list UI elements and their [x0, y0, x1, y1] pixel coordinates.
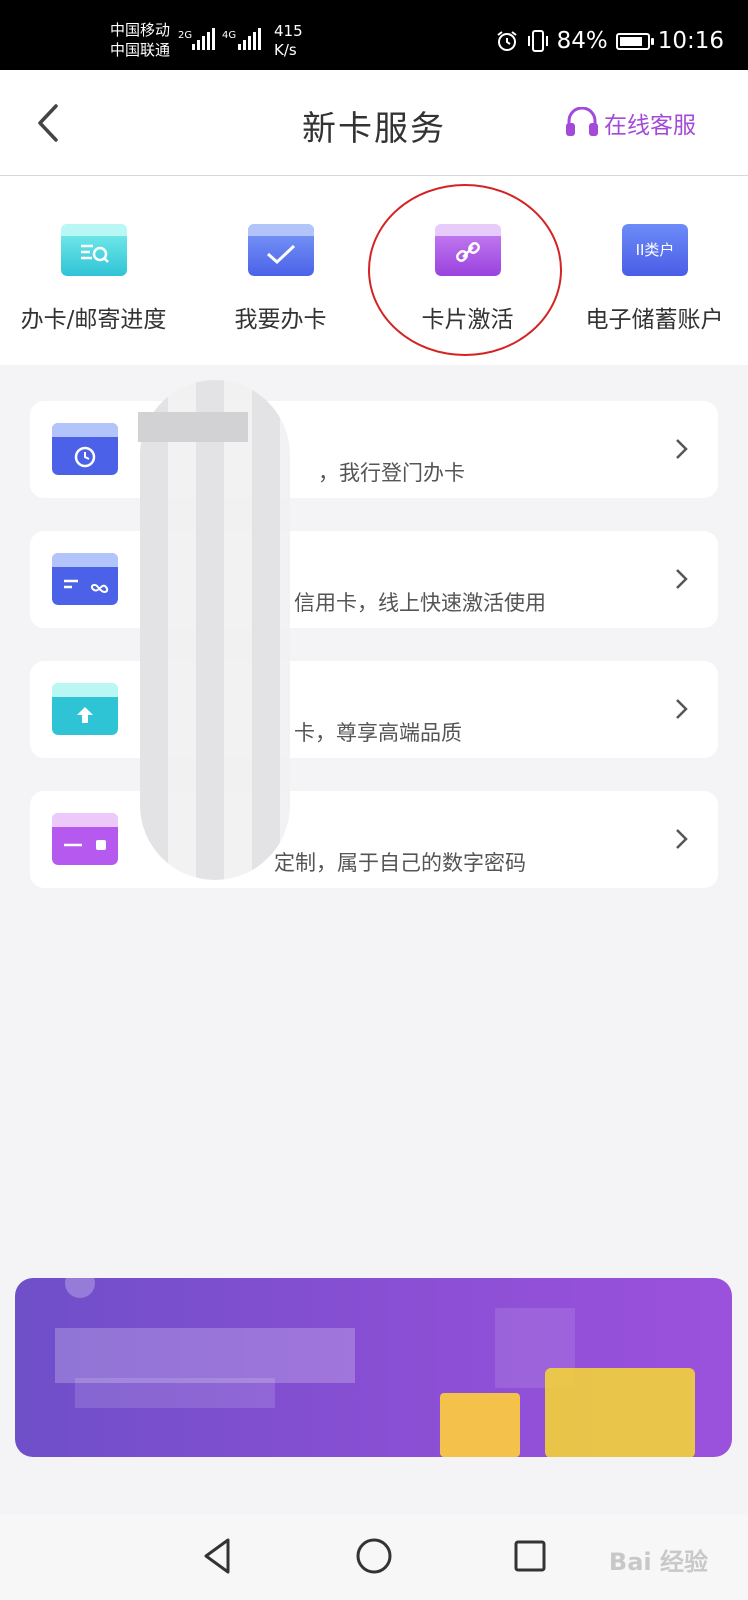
status-bar: 中国移动 中国联通 2G 4G 415 K/s 84% 10:16	[0, 0, 748, 70]
carrier-2: 中国联通	[110, 41, 171, 59]
card-pin-icon	[52, 813, 118, 865]
card-check-icon	[247, 224, 314, 276]
card-search-icon	[60, 224, 127, 276]
triangle-back-icon[interactable]	[196, 1534, 240, 1578]
list-item-desc: 卡，尊享高端品质	[294, 721, 462, 745]
list-item[interactable]: 信用卡，线上快速激活使用	[30, 531, 718, 628]
battery-icon	[615, 32, 654, 50]
watermark: Bai 经验	[608, 1548, 708, 1576]
app-header: 新卡服务 在线客服	[0, 70, 748, 176]
list-item[interactable]: 定制，属于自己的数字密码	[30, 791, 718, 888]
net-speed-unit: K/s	[274, 41, 297, 59]
net-speed: 415 K/s	[274, 22, 303, 60]
signal-icon: 2G	[178, 28, 215, 50]
card-link-icon	[434, 224, 501, 276]
clock: 10:16	[657, 28, 724, 54]
alarm-icon	[496, 31, 517, 51]
net-1-label: 2G	[178, 30, 192, 41]
mascot-figure	[545, 1368, 695, 1457]
vibrate-icon	[527, 30, 548, 52]
list-item-desc: 定制，属于自己的数字密码	[274, 851, 526, 875]
account-class-icon: II类户	[621, 224, 688, 276]
list-item-desc: ，我行登门办卡	[318, 461, 465, 485]
service-label: 我要办卡	[234, 307, 327, 333]
chevron-right-icon	[676, 439, 688, 459]
circle-home-icon[interactable]	[352, 1534, 396, 1578]
chevron-right-icon	[676, 829, 688, 849]
online-service-link[interactable]: 在线客服	[564, 106, 696, 140]
service-card-apply[interactable]: 我要办卡	[187, 176, 374, 365]
service-card-account[interactable]: II类户 电子储蓄账户	[561, 176, 748, 365]
online-service-label: 在线客服	[604, 113, 696, 139]
headset-icon	[566, 107, 598, 136]
net-2-label: 4G	[222, 30, 236, 41]
service-label: 卡片激活	[421, 307, 514, 333]
list-item[interactable]: ，我行登门办卡	[30, 401, 718, 498]
chevron-right-icon	[676, 569, 688, 589]
list-item-desc: 信用卡，线上快速激活使用	[294, 591, 546, 615]
card-infinity-icon	[52, 553, 118, 605]
battery-percent: 84%	[556, 28, 608, 54]
net-speed-value: 415	[274, 22, 303, 40]
privacy-blur-mask-2	[138, 412, 248, 442]
system-nav-bar: Bai 经验	[0, 1514, 748, 1600]
chevron-right-icon	[676, 699, 688, 719]
square-recent-icon[interactable]	[508, 1534, 552, 1578]
carrier-labels: 中国移动 中国联通	[110, 20, 170, 60]
account-class-text: II类户	[635, 241, 674, 259]
service-card-activation[interactable]: 卡片激活	[374, 176, 561, 365]
list-item[interactable]: 卡，尊享高端品质	[30, 661, 718, 758]
service-label: 电子储蓄账户	[585, 307, 724, 333]
status-right: 84% 10:16	[495, 26, 724, 56]
gift-box	[440, 1393, 520, 1457]
service-grid: 办卡/邮寄进度 我要办卡 卡片激活 II类户 电子储蓄账户	[0, 176, 748, 365]
carrier-1: 中国移动	[110, 21, 171, 39]
card-clock-icon	[52, 423, 118, 475]
signal-icon-2: 4G	[222, 28, 261, 50]
service-label: 办卡/邮寄进度	[20, 307, 167, 333]
card-upgrade-icon	[52, 683, 118, 735]
service-card-progress[interactable]: 办卡/邮寄进度	[0, 176, 187, 365]
privacy-blur-mask	[140, 380, 290, 880]
promo-banner[interactable]	[15, 1278, 732, 1457]
